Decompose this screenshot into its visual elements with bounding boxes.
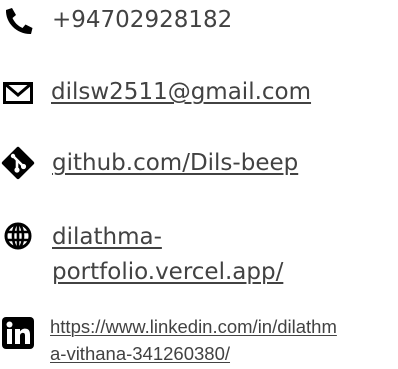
linkedin-link-line1[interactable]: https://www.linkedin.com/in/dilathm <box>50 313 398 340</box>
linkedin-link-line2[interactable]: a-vithana-341260380/ <box>50 340 398 367</box>
linkedin-icon <box>2 317 34 349</box>
envelope-icon <box>3 82 33 104</box>
github-link[interactable]: github.com/Dils-beep <box>52 147 298 179</box>
portfolio-link-line1[interactable]: dilathma- <box>52 221 162 253</box>
globe-icon <box>4 222 32 250</box>
git-icon <box>0 145 36 181</box>
portfolio-link-line2[interactable]: portfolio.vercel.app/ <box>52 256 283 288</box>
phone-icon <box>4 7 34 35</box>
email-link[interactable]: dilsw2511@gmail.com <box>51 76 311 108</box>
contact-list: +94702928182 dilsw2511@gmail.com github.… <box>0 0 398 369</box>
phone-number: +94702928182 <box>52 7 233 33</box>
